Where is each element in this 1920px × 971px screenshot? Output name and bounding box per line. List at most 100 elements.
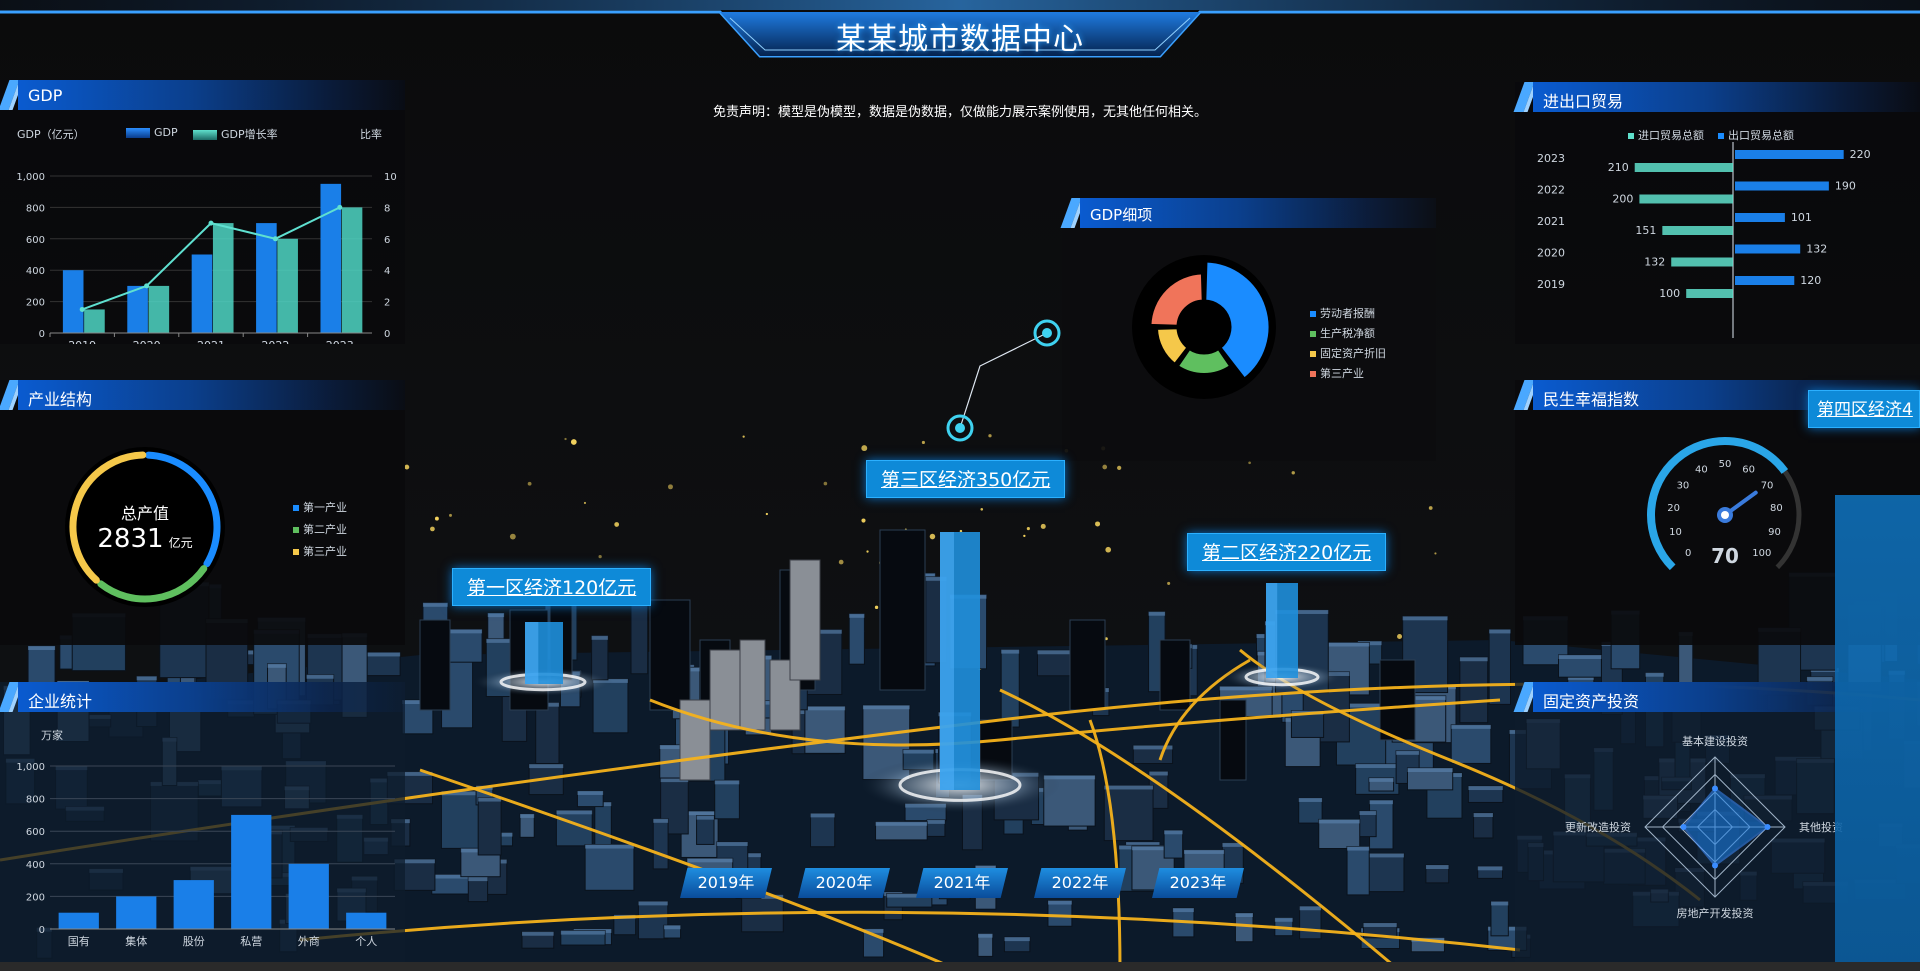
building-roof	[810, 813, 835, 818]
sparkle	[564, 437, 567, 441]
trade-legend-import[interactable]: 进口贸易总额	[1628, 127, 1704, 143]
gauge-tick: 100	[1752, 548, 1771, 559]
building-roof	[1104, 785, 1154, 790]
building-roof	[1299, 906, 1322, 911]
year-button-2020[interactable]: 2020年	[798, 868, 890, 898]
gdp-detail-chart	[1132, 255, 1276, 399]
gdp-ytick-right: 10	[384, 172, 397, 183]
target-icon-dot	[955, 423, 965, 433]
sparkle	[861, 445, 868, 452]
sparkle	[874, 605, 879, 610]
ent-ytick: 600	[26, 827, 45, 838]
grey-building	[789, 559, 821, 681]
trade-export-value: 190	[1835, 180, 1856, 193]
building-roof	[1369, 800, 1394, 805]
building-roof	[1325, 642, 1370, 647]
radar-point	[1680, 824, 1687, 830]
tower	[1069, 619, 1106, 711]
trade-panel-title: 进出口贸易	[1543, 92, 1624, 111]
building-roof	[422, 602, 448, 607]
gdp-growth-point	[208, 220, 214, 226]
year-button-2021[interactable]: 2021年	[916, 868, 1008, 898]
industry-center-value: 2831 亿元	[60, 524, 230, 554]
ent-xtick: 股份	[183, 935, 205, 948]
building-roof	[978, 933, 993, 938]
building	[810, 812, 836, 848]
industry-total-unit: 亿元	[168, 536, 193, 550]
ent-xtick: 集体	[125, 934, 147, 948]
sparkle	[449, 513, 452, 517]
building	[1163, 829, 1184, 859]
building	[535, 702, 560, 765]
building-roof	[1004, 937, 1030, 942]
gdp-detail-legend-3[interactable]: 固定资产折旧	[1310, 345, 1386, 361]
gdp-detail-legend-2[interactable]: 生产税净额	[1310, 325, 1375, 341]
gauge-tick: 70	[1761, 480, 1774, 491]
building	[1450, 724, 1492, 764]
sparkle	[614, 522, 620, 527]
building	[1488, 628, 1512, 705]
year-button-2022[interactable]: 2022年	[1034, 868, 1126, 898]
gdp-bar	[62, 270, 84, 333]
gdp-detail-title: GDP细项	[1090, 206, 1153, 224]
gdp-ytick-right: 4	[384, 266, 390, 277]
building-roof	[1235, 913, 1254, 918]
year-button-2023[interactable]: 2023年	[1152, 868, 1244, 898]
gdp-detail-legend-1[interactable]: 劳动者报酬	[1310, 305, 1375, 321]
tower	[419, 619, 451, 711]
trade-import-bar	[1662, 226, 1733, 235]
building-roof	[306, 674, 334, 679]
building-roof	[522, 931, 554, 936]
sparkle	[527, 481, 532, 486]
gdp-xtick: 2023	[326, 339, 354, 344]
building-roof	[1396, 750, 1420, 755]
ent-bar	[346, 912, 387, 929]
sparkle	[742, 435, 745, 438]
sparkle	[1434, 552, 1437, 555]
building-roof	[862, 705, 910, 710]
industry-legend-1[interactable]: 第一产业	[293, 499, 347, 515]
sparkle	[866, 550, 869, 553]
sparkle	[1023, 534, 1026, 538]
gdp-detail-legend-4[interactable]: 第三产业	[1310, 365, 1364, 381]
building-roof	[1459, 657, 1488, 662]
building-roof	[804, 706, 846, 711]
district4-label[interactable]: 第四区经济4	[1808, 390, 1920, 428]
industry-total-value: 2831	[97, 524, 164, 554]
district3-label[interactable]: 第三区经济350亿元	[866, 460, 1066, 498]
sparkle	[1040, 523, 1046, 529]
building-roof	[638, 901, 668, 906]
gauge-hub-inner	[1721, 511, 1729, 519]
gdp-ytick-left: 1,000	[16, 172, 45, 183]
industry-legend-2[interactable]: 第二产业	[293, 521, 347, 537]
building-roof	[1490, 901, 1509, 906]
trade-year-label: 2020	[1537, 247, 1565, 260]
trade-export-bar	[1735, 150, 1844, 159]
gdp-ytick-right: 8	[384, 203, 390, 214]
building	[477, 797, 502, 856]
industry-legend-3[interactable]: 第三产业	[293, 543, 347, 559]
radar-area	[1682, 787, 1770, 867]
data-column-shade	[940, 532, 954, 790]
gdp-legend-gdp[interactable]: GDP	[126, 126, 178, 139]
building-roof	[1037, 650, 1070, 655]
district2-label[interactable]: 第二区经济220亿元	[1187, 533, 1387, 571]
building-roof	[1183, 849, 1225, 854]
trade-legend-export[interactable]: 出口贸易总额	[1718, 127, 1794, 143]
gdp-bar	[341, 207, 363, 333]
industry-panel: 产业结构 总产值 2831 亿元 第一产业 第二产业 第三产业	[0, 380, 405, 645]
district1-label[interactable]: 第一区经济120亿元	[452, 568, 652, 606]
gdp-xtick: 2020	[133, 339, 161, 344]
trade-import-value: 100	[1659, 287, 1680, 300]
gdp-xtick: 2022	[261, 339, 289, 344]
building-roof	[1645, 672, 1664, 677]
building-roof	[714, 780, 740, 785]
building-roof	[1347, 846, 1370, 851]
building-roof	[664, 925, 681, 930]
building-roof	[487, 613, 505, 618]
trade-import-value: 200	[1612, 193, 1633, 206]
trade-import-bar	[1634, 163, 1733, 172]
year-button-2019[interactable]: 2019年	[680, 868, 772, 898]
building-roof	[1473, 813, 1493, 818]
ent-xtick: 外商	[298, 934, 320, 948]
